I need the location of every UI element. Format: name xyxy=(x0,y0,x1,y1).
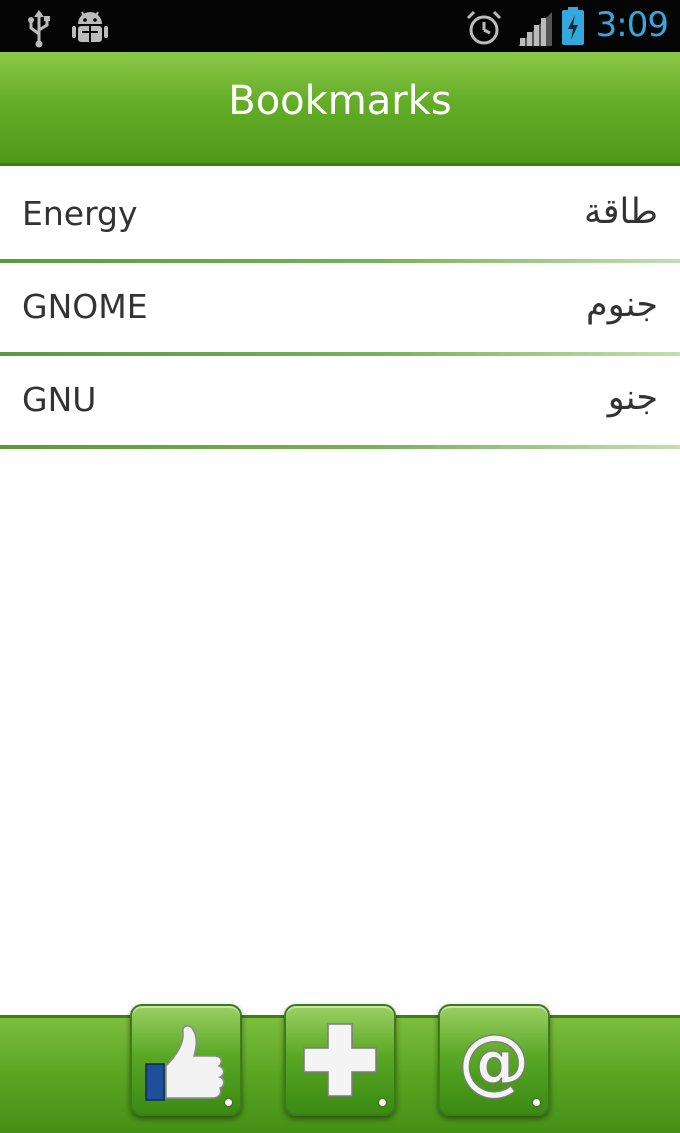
bookmark-list: Energy طاقة GNOME جنوم GNU جنو xyxy=(0,170,680,449)
button-dot xyxy=(379,1099,386,1106)
usb-icon xyxy=(24,8,54,52)
thumbs-up-icon xyxy=(145,1025,225,1101)
at-sign-icon: @ xyxy=(457,1018,530,1103)
status-time: 3:09 xyxy=(595,5,669,45)
signal-icon xyxy=(516,8,554,52)
bookmark-row[interactable]: Energy طاقة xyxy=(0,170,680,263)
bookmark-english-term: Energy xyxy=(22,194,138,233)
bookmark-arabic-term: جنو xyxy=(607,378,658,418)
like-button[interactable] xyxy=(130,1004,242,1116)
bookmark-arabic-term: جنوم xyxy=(586,285,658,325)
email-button[interactable]: @ xyxy=(438,1004,550,1116)
button-dot xyxy=(225,1099,232,1106)
bookmark-arabic-term: طاقة xyxy=(583,192,658,232)
svg-text:@: @ xyxy=(458,1019,530,1103)
plus-icon xyxy=(303,1023,377,1097)
bookmark-english-term: GNU xyxy=(22,380,97,419)
android-debug-icon xyxy=(70,8,110,52)
add-bookmark-button[interactable] xyxy=(284,1004,396,1116)
bookmark-row[interactable]: GNOME جنوم xyxy=(0,263,680,356)
alarm-icon xyxy=(464,8,504,52)
bookmark-english-term: GNOME xyxy=(22,287,148,326)
page-title: Bookmarks xyxy=(228,78,452,124)
button-dot xyxy=(533,1099,540,1106)
title-bar: Bookmarks xyxy=(0,52,680,166)
battery-icon xyxy=(560,6,586,50)
bookmark-row[interactable]: GNU جنو xyxy=(0,356,680,449)
status-bar: 3:09 xyxy=(0,0,680,52)
